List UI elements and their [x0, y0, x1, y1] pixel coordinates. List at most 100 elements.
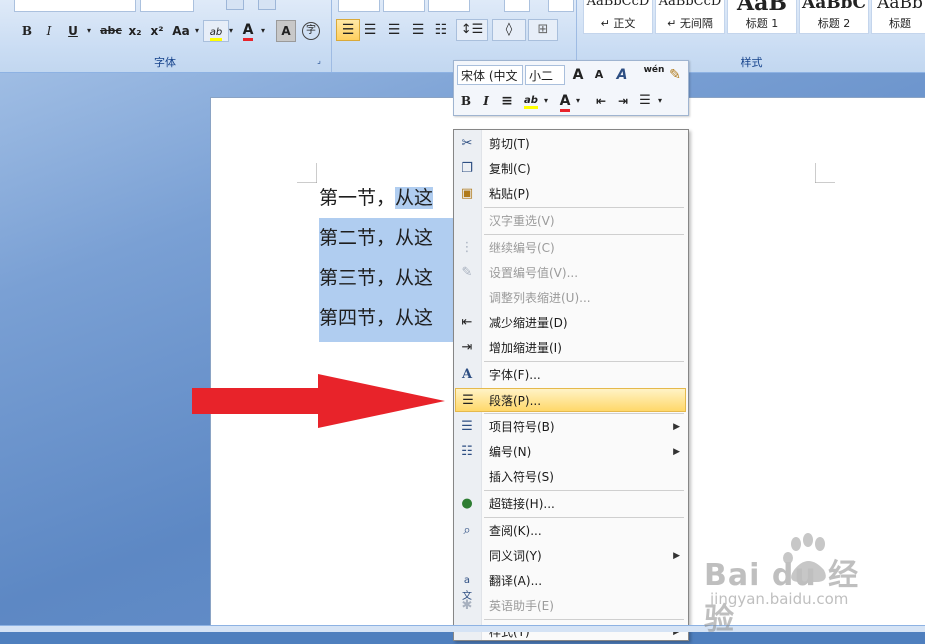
menu-item-label: 字体(F)...	[489, 368, 541, 382]
font-dialog-launcher-icon[interactable]: ⌟	[314, 56, 324, 66]
sort-button[interactable]	[504, 0, 530, 12]
numbering-combo[interactable]	[383, 0, 425, 12]
mini-increase-indent-button[interactable]: ⇥	[614, 91, 632, 111]
mini-center-button[interactable]: ≡	[498, 91, 516, 111]
mini-grow-font-button[interactable]: A	[569, 65, 587, 85]
shrink-font-button[interactable]	[258, 0, 276, 10]
menu-item-label: 继续编号(C)	[489, 241, 555, 255]
document-line[interactable]: 第二节，从这	[319, 218, 459, 258]
distributed-icon: ☷	[434, 22, 448, 38]
menu-item-label: 编号(N)	[489, 445, 532, 459]
underline-dropdown-icon[interactable]: ▾	[84, 21, 94, 41]
mini-font-color-dropdown-icon[interactable]: ▾	[574, 91, 582, 111]
group-divider	[331, 0, 332, 72]
align-center-button[interactable]: ☰	[360, 20, 380, 40]
menu-item-set-numbering-value[interactable]: ✎ 设置编号值(V)...	[455, 261, 686, 285]
line-spacing-button[interactable]: ↕☰	[456, 19, 488, 41]
superscript-button[interactable]: x²	[148, 21, 166, 41]
grow-font-button[interactable]	[226, 0, 244, 10]
style-heading-1[interactable]: AaB 标题 1	[727, 0, 797, 34]
menu-item-numbering[interactable]: ☷ 编号(N) ▶	[455, 440, 686, 464]
change-case-button[interactable]: Aa	[170, 21, 192, 41]
menu-item-paragraph[interactable]: ☰ 段落(P)...	[455, 388, 686, 412]
menu-item-lookup[interactable]: ⌕ 查阅(K)...	[455, 519, 686, 543]
menu-item-cut[interactable]: ✂ 剪切(T)	[455, 132, 686, 156]
english-assistant-icon: ✱	[461, 598, 473, 613]
menu-item-font[interactable]: A 字体(F)...	[455, 363, 686, 387]
font-name-combo[interactable]	[14, 0, 136, 12]
menu-item-synonyms[interactable]: 同义词(Y) ▶	[455, 544, 686, 568]
enclose-characters-button[interactable]: 字	[302, 22, 320, 40]
menu-item-english-assistant[interactable]: ✱ 英语助手(E)	[455, 594, 686, 618]
menu-item-adjust-list-indent[interactable]: 调整列表缩进(U)...	[455, 286, 686, 310]
crop-mark-icon	[815, 163, 835, 183]
bullets-combo[interactable]	[338, 0, 380, 12]
distributed-button[interactable]: ☷	[431, 20, 451, 40]
document-line[interactable]: 第一节，从这	[319, 178, 434, 218]
document-line[interactable]: 第三节，从这	[319, 258, 459, 298]
borders-button[interactable]: ⊞	[528, 19, 558, 41]
subscript-button[interactable]: x₂	[126, 21, 144, 41]
highlight-button[interactable]: ab	[203, 20, 229, 42]
document-line[interactable]: 第四节，从这	[319, 298, 459, 342]
mini-font-color-button[interactable]: A	[556, 91, 574, 112]
hyperlink-icon: ●	[461, 496, 473, 511]
menu-item-hyperlink[interactable]: ● 超链接(H)...	[455, 492, 686, 516]
mini-decrease-indent-button[interactable]: ⇤	[592, 91, 610, 111]
numbering-icon: ☷	[461, 444, 473, 459]
paragraph-icon: ☰	[462, 393, 474, 408]
mini-italic-button[interactable]: I	[478, 91, 494, 111]
change-case-dropdown-icon[interactable]: ▾	[193, 21, 201, 41]
menu-item-decrease-indent[interactable]: ⇤ 减少缩进量(D)	[455, 311, 686, 335]
menu-item-insert-symbol[interactable]: 插入符号(S)	[455, 465, 686, 489]
mini-bold-button[interactable]: B	[458, 91, 474, 111]
font-color-dropdown-icon[interactable]: ▾	[259, 21, 267, 41]
strikethrough-button[interactable]: abc	[98, 21, 124, 41]
style-normal[interactable]: AaBbCcD ↵ 正文	[583, 0, 653, 34]
menu-item-continue-numbering[interactable]: ⋮ 继续编号(C)	[455, 236, 686, 260]
paint-bucket-icon: ◊	[505, 22, 513, 37]
mini-bullets-dropdown-icon[interactable]: ▾	[656, 91, 664, 111]
menu-item-styles[interactable]: 样式(T) ▶	[455, 620, 686, 644]
mini-format-painter-button[interactable]: ✎	[666, 65, 684, 85]
menu-item-reconvert[interactable]: 汉字重选(V)	[455, 209, 686, 233]
bold-button[interactable]: B	[18, 21, 36, 41]
mini-highlight-dropdown-icon[interactable]: ▾	[542, 91, 550, 111]
style-sample: AaB	[728, 0, 796, 11]
multilevel-combo[interactable]	[428, 0, 470, 12]
shading-button[interactable]: ◊	[492, 19, 526, 41]
font-size-combo[interactable]	[140, 0, 194, 12]
mini-font-name-combo[interactable]: 宋体 (中文	[457, 65, 523, 85]
underline-button[interactable]: U	[64, 21, 82, 41]
menu-item-bullets[interactable]: ☰ 项目符号(B) ▶	[455, 415, 686, 439]
menu-item-copy[interactable]: ❐ 复制(C)	[455, 157, 686, 181]
show-marks-button[interactable]	[548, 0, 574, 12]
mini-styles-button[interactable]: A	[612, 65, 632, 85]
menu-item-increase-indent[interactable]: ⇥ 增加缩进量(I)	[455, 336, 686, 360]
menu-item-label: 项目符号(B)	[489, 420, 555, 434]
mini-highlight-button[interactable]: ab	[520, 91, 542, 111]
baidu-watermark: Bai du 经验 jingyan.baidu.com	[700, 530, 890, 637]
highlight-dropdown-icon[interactable]: ▾	[227, 21, 235, 41]
menu-item-translate[interactable]: a文 翻译(A)...	[455, 569, 686, 602]
watermark-url: jingyan.baidu.com	[710, 590, 849, 608]
menu-item-label: 设置编号值(V)...	[489, 266, 579, 280]
mini-bullets-button[interactable]: ☰	[636, 91, 654, 111]
copy-icon: ❐	[461, 161, 473, 176]
mini-font-size-combo[interactable]: 小二	[525, 65, 565, 85]
mini-phonetic-button[interactable]: wén	[643, 65, 665, 85]
align-right-button[interactable]: ☰	[384, 20, 404, 40]
style-title[interactable]: AaBb 标题	[871, 0, 925, 34]
style-no-spacing[interactable]: AaBbCcD ↵ 无间隔	[655, 0, 725, 34]
character-shading-button[interactable]: A	[276, 20, 296, 42]
menu-item-paste[interactable]: ▣ 粘贴(P)	[455, 182, 686, 206]
selected-text: 第三节，从这	[319, 267, 434, 289]
font-color-button[interactable]: A	[238, 20, 258, 41]
align-left-button[interactable]: ☰	[336, 19, 360, 41]
mini-font-name-value: 宋体 (中文	[461, 69, 518, 83]
mini-shrink-font-button[interactable]: A	[591, 65, 607, 85]
justify-button[interactable]: ☰	[408, 20, 428, 40]
italic-button[interactable]: I	[40, 21, 58, 41]
scissors-icon: ✂	[461, 136, 473, 151]
style-heading-2[interactable]: AaBbC 标题 2	[799, 0, 869, 34]
